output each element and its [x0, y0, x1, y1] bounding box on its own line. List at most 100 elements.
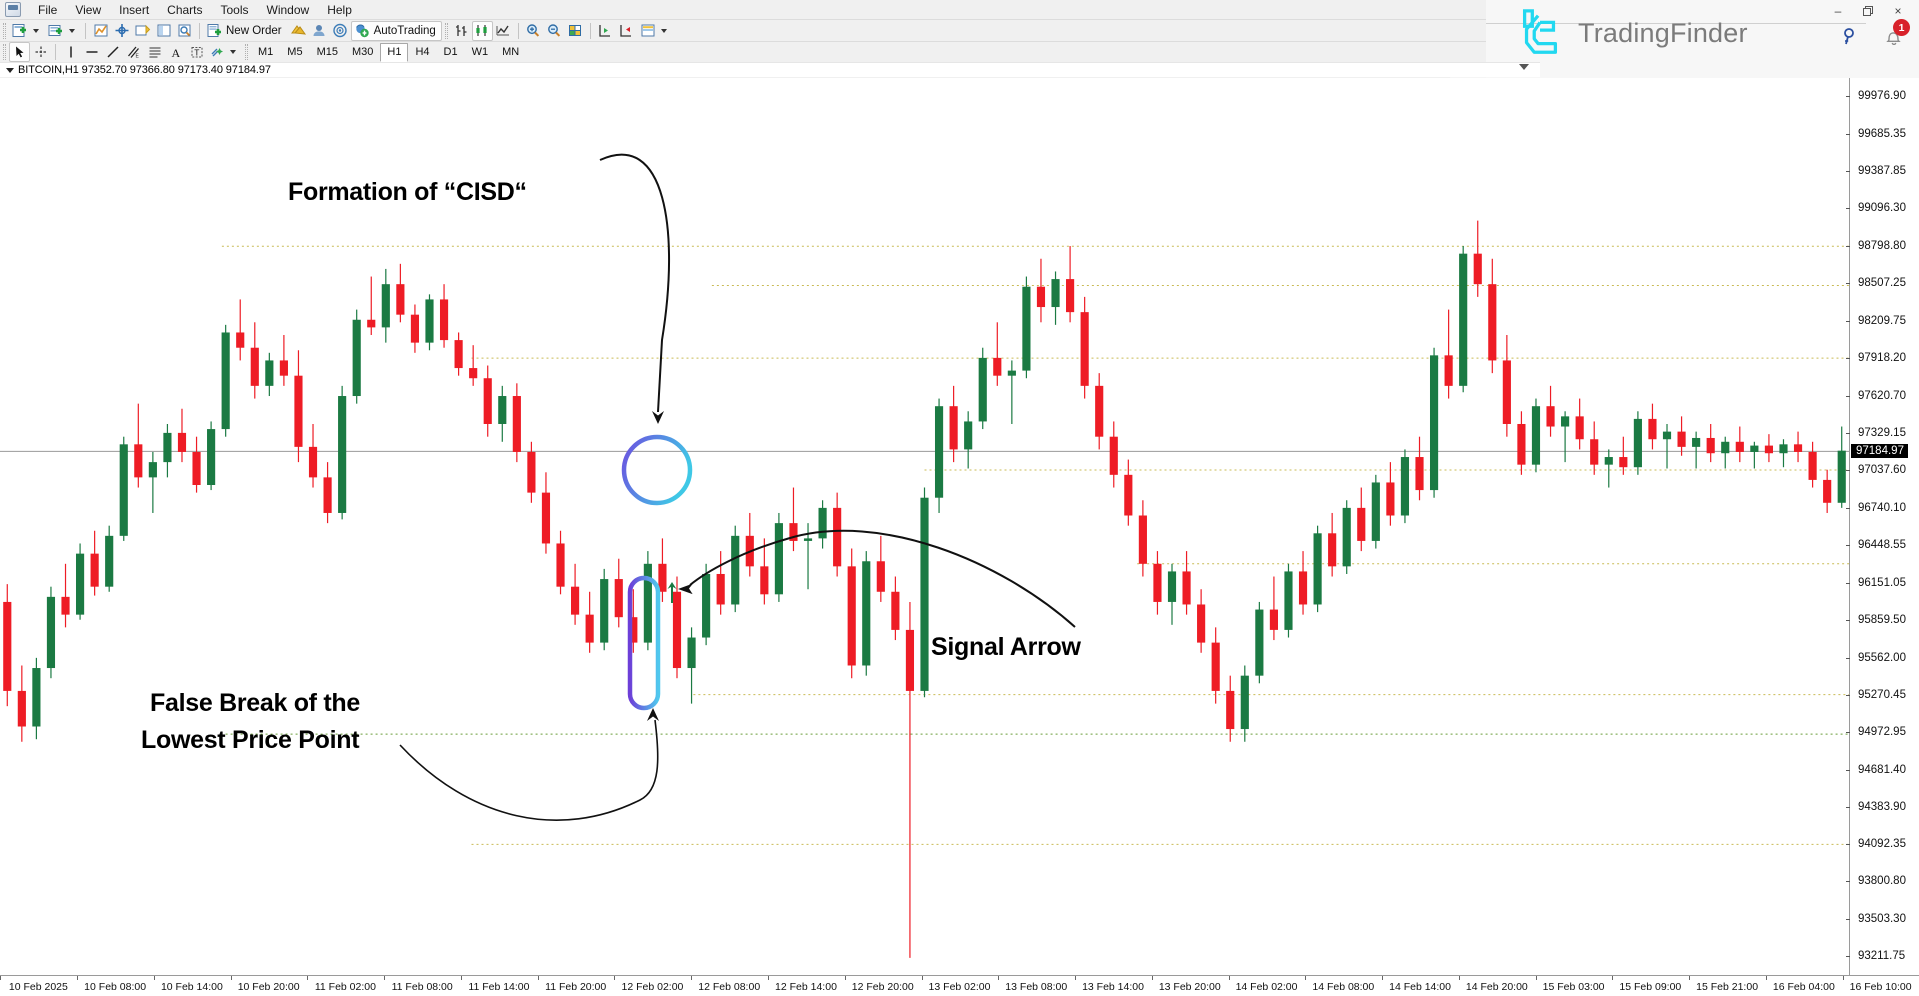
minimize-button[interactable]: – [1823, 0, 1853, 22]
timeframe-h4[interactable]: H4 [408, 43, 436, 62]
menu-item-insert[interactable]: Insert [110, 0, 158, 20]
signals-button[interactable] [330, 21, 351, 41]
zoom-in-button[interactable] [523, 21, 544, 41]
time-axis-tick [1842, 976, 1844, 980]
price-axis-label: 94383.90 [1858, 801, 1906, 814]
price-axis-tick [1846, 769, 1850, 771]
price-axis-label: 98507.25 [1858, 277, 1906, 290]
price-axis-tick [1846, 133, 1850, 135]
chevron-down-icon[interactable] [69, 28, 75, 33]
symbol-collapse-icon[interactable] [6, 67, 14, 73]
price-axis-tick [1846, 657, 1850, 659]
menu-item-charts[interactable]: Charts [158, 0, 211, 20]
auto-scroll-button[interactable] [595, 21, 616, 41]
search-icon[interactable] [1841, 27, 1861, 52]
price-axis-label: 97037.60 [1858, 464, 1906, 477]
price-axis-label: 93800.80 [1858, 875, 1906, 888]
chevron-down-icon[interactable] [33, 28, 39, 33]
price-axis-tick [1846, 582, 1850, 584]
time-axis-tick [0, 976, 2, 980]
candlestick-chart-button[interactable] [471, 20, 493, 41]
time-axis-tick [77, 976, 79, 980]
time-axis-label: 15 Feb 09:00 [1619, 981, 1682, 993]
timeframe-m30[interactable]: M30 [345, 43, 380, 62]
crosshair-button[interactable] [111, 21, 132, 41]
toolbar-separator [55, 44, 56, 60]
text-tool[interactable]: A [165, 42, 186, 62]
svg-text:T: T [194, 48, 199, 58]
toolbar-grip[interactable] [444, 22, 448, 39]
bar-chart-button[interactable] [451, 21, 472, 41]
vertical-line-tool[interactable] [60, 42, 81, 62]
restore-button[interactable] [1853, 0, 1883, 22]
menu-item-window[interactable]: Window [258, 0, 319, 20]
price-axis-tick [1846, 694, 1850, 696]
toolbar-grip[interactable] [245, 44, 248, 60]
time-axis-tick [1535, 976, 1537, 980]
timeframe-m15[interactable]: M15 [310, 43, 345, 62]
timeframe-h1[interactable]: H1 [380, 42, 409, 62]
timeframe-mn[interactable]: MN [495, 43, 526, 62]
metatrader-logo-icon [5, 2, 21, 17]
navigator-button[interactable] [174, 21, 195, 41]
price-axis-tick [1846, 807, 1850, 809]
notification-bell-icon[interactable]: 1 [1883, 19, 1910, 52]
shapes-tool[interactable] [207, 42, 242, 62]
horizontal-line-tool[interactable] [81, 42, 102, 62]
data-window-button[interactable] [153, 21, 174, 41]
indicators-button[interactable] [90, 21, 111, 41]
price-chart-canvas[interactable] [0, 78, 1849, 975]
toolbar-grip[interactable] [3, 22, 6, 39]
metaeditor-button[interactable] [288, 21, 309, 41]
timeframe-m1[interactable]: M1 [251, 43, 280, 62]
crosshair-tool[interactable] [30, 42, 51, 62]
time-axis-tick [307, 976, 309, 980]
toolbar-separator [199, 22, 200, 39]
menu-item-file[interactable]: File [29, 0, 66, 20]
main-toolbar: New Order AutoTrading [0, 20, 1486, 42]
menu-item-help[interactable]: Help [318, 0, 361, 20]
time-axis-label: 12 Feb 14:00 [775, 981, 837, 993]
profiles-button[interactable] [45, 21, 81, 41]
line-chart-button[interactable] [493, 21, 514, 41]
annotation-false-break-line2: Lowest Price Point [141, 726, 360, 754]
price-axis-label: 99387.85 [1858, 165, 1906, 178]
time-axis-tick [614, 976, 616, 980]
timeframe-w1[interactable]: W1 [465, 43, 496, 62]
time-axis-label: 12 Feb 08:00 [698, 981, 761, 993]
time-axis[interactable]: 10 Feb 2025 10 Feb 08:00 10 Feb 14:00 10 Fe… [0, 975, 1919, 996]
annotation-signal-arrow: Signal Arrow [931, 633, 1081, 661]
menu-item-tools[interactable]: Tools [212, 0, 258, 20]
trendline-tool[interactable] [102, 42, 123, 62]
tile-windows-button[interactable] [565, 21, 586, 41]
expert-advisors-button[interactable] [132, 21, 153, 41]
toolbar-grip[interactable] [3, 44, 6, 60]
chevron-down-icon[interactable] [660, 28, 667, 33]
price-axis-tick [1846, 844, 1850, 846]
time-axis-label: 13 Feb 02:00 [928, 981, 991, 993]
equidistant-channel-tool[interactable]: E [123, 42, 144, 62]
time-axis-label: 12 Feb 02:00 [621, 981, 684, 993]
new-chart-button[interactable] [9, 21, 45, 41]
fibonacci-retracement-tool[interactable] [144, 42, 165, 62]
svg-text:A: A [171, 46, 180, 59]
time-axis-tick [1382, 976, 1384, 980]
strategy-tester-button[interactable] [309, 21, 330, 41]
chart-shift-button[interactable] [616, 21, 637, 41]
time-axis-label: 10 Feb 14:00 [160, 981, 223, 993]
new-order-button[interactable]: New Order [204, 21, 288, 41]
timeframe-m5[interactable]: M5 [280, 43, 309, 62]
price-axis[interactable]: 99976.90 99685.35 99387.85 99096.30 98798.80… [1846, 78, 1919, 975]
drawing-toolbar: E A T M1 M5 M15 M30 H1 H4 D1 W1 MN [0, 42, 1486, 63]
price-axis-tick [1846, 171, 1850, 173]
zoom-out-button[interactable] [544, 21, 565, 41]
autotrading-button[interactable]: AutoTrading [350, 20, 442, 41]
menu-item-view[interactable]: View [66, 0, 110, 20]
cursor-tool[interactable] [9, 42, 30, 62]
chart-dropdown-icon[interactable] [1519, 64, 1529, 70]
chevron-down-icon[interactable] [230, 50, 236, 54]
time-axis-tick [1765, 976, 1767, 980]
timeframe-d1[interactable]: D1 [437, 43, 465, 62]
text-label-tool[interactable]: T [186, 42, 207, 62]
templates-button[interactable] [637, 21, 673, 41]
